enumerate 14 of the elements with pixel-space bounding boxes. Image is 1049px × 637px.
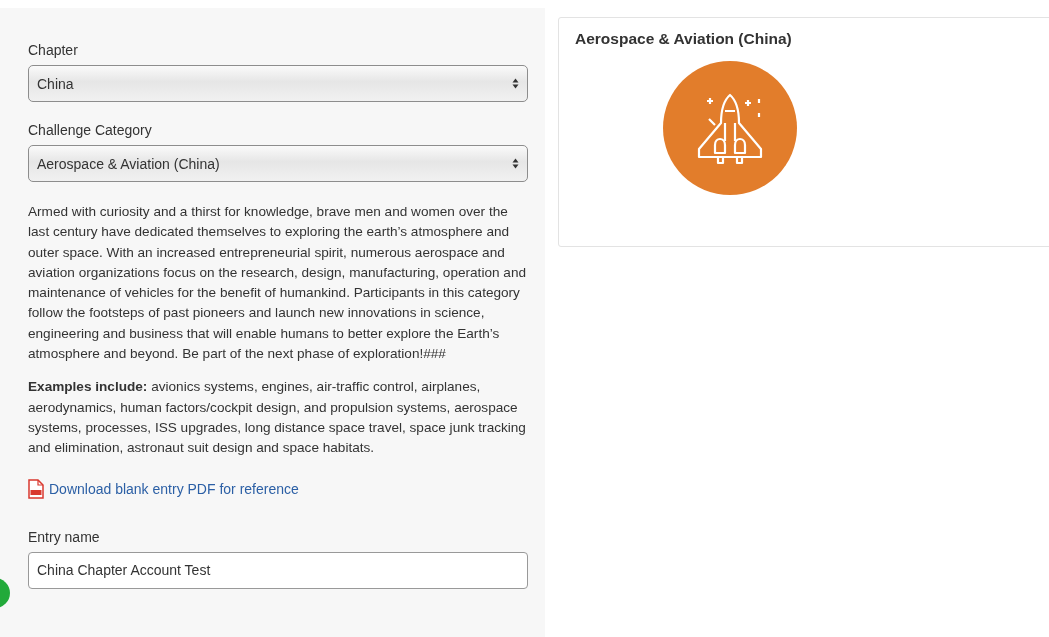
examples-text: Examples include: avionics systems, engines, air-traffic control, airplanes, aerodynamics, human factors/cockpit design, and propulsion systems, aerospace systems, processes, ISS upgrades, long distance space travel, space junk tracking and elimination, astronaut suit design and space habitats. — [28, 378, 527, 458]
chapter-select[interactable]: China — [28, 65, 528, 102]
download-link[interactable]: Download blank entry PDF for reference — [49, 480, 299, 497]
dropdown-arrows-icon — [512, 78, 519, 89]
field-label: Challenge Category — [28, 122, 153, 138]
pdf-file-icon — [28, 478, 44, 499]
space-shuttle-icon — [663, 61, 797, 195]
entry-name-field[interactable]: China Chapter Account Test — [28, 551, 528, 589]
card-title: Aerospace & Aviation (China) — [575, 30, 793, 48]
category-select[interactable]: Aerospace & Aviation (China) — [28, 145, 528, 182]
dropdown-arrows-icon — [512, 158, 519, 169]
category-description: Armed with curiosity and a thirst for knowledge, brave men and women over the last century have dedicated themselves to exploring the earth’s atmosphere and outer space. With an increased entrepreneurial spirit, numerous aerospace and aviation organizations focus on the research, design, manufacturing, operation and maintenance of vehicles for the benefit of humankind. Participants in this category follow the footsteps of past pioneers and launch new innovations in science, engineering and business that will enable humans to better explore the Earth’s atmosphere and beyond. Be part of the next phase of exploration!### — [28, 203, 527, 364]
field-label: Entry name — [28, 528, 101, 545]
field-label: Chapter — [28, 42, 79, 58]
